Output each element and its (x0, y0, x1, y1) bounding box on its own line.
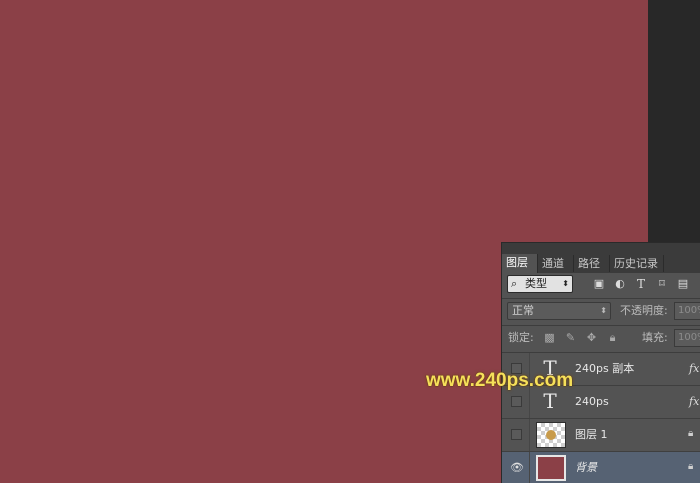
layer-thumbnail (536, 422, 566, 448)
adjustment-filter-icon[interactable]: ◐ (613, 277, 627, 291)
fill-label: 填充: (642, 331, 668, 344)
lock-icon: 🔒︎ (688, 461, 694, 472)
search-icon: ⌕ (511, 277, 518, 290)
image-filter-icon[interactable]: ▣ (592, 277, 606, 291)
tab-paths[interactable]: 路径 (574, 255, 610, 272)
opacity-label: 不透明度: (620, 304, 668, 317)
tab-history[interactable]: 历史记录 (610, 255, 664, 272)
tab-layers[interactable]: 图层 (502, 254, 538, 273)
divider (529, 419, 530, 451)
layer-name[interactable]: 图层 1 (575, 428, 608, 442)
layers-panel: 图层 通道 路径 历史记录 ⌕ 类型 ⬍ ▣ ◐ T ⌑ ▤ 正常 ⬍ 不透明度… (501, 242, 700, 483)
tab-channels[interactable]: 通道 (538, 255, 574, 272)
type-filter-icon[interactable]: T (634, 277, 648, 291)
blend-mode-value: 正常 (512, 304, 534, 317)
panel-tab-bar: 图层 通道 路径 历史记录 (502, 243, 700, 273)
fx-icon[interactable]: fx (689, 362, 699, 375)
blend-mode-select[interactable]: 正常 ⬍ (507, 302, 611, 320)
fill-input[interactable]: 100% (674, 329, 700, 347)
lock-icon: 🔒︎ (688, 428, 694, 439)
eye-icon[interactable]: 👁︎ (510, 462, 524, 473)
lock-all-icon[interactable]: 🔒︎ (606, 331, 619, 344)
lock-position-icon[interactable]: ✥ (585, 331, 598, 344)
blend-row: 正常 ⬍ 不透明度: 100% (502, 299, 700, 325)
visibility-toggle[interactable] (511, 429, 522, 440)
smart-object-filter-icon[interactable]: ▤ (676, 277, 690, 291)
layer-name[interactable]: 240ps 副本 (575, 362, 634, 376)
chevron-updown-icon: ⬍ (562, 279, 569, 288)
text-layer-icon: T (543, 389, 557, 413)
lock-brush-icon[interactable]: ✎ (564, 331, 577, 344)
opacity-input[interactable]: 100% (674, 302, 700, 320)
lock-transparent-icon[interactable]: ▩ (543, 331, 556, 344)
fx-icon[interactable]: fx (689, 395, 699, 408)
layer-name[interactable]: 240ps (575, 395, 609, 409)
chevron-updown-icon: ⬍ (600, 306, 607, 315)
filter-type-select[interactable]: ⌕ 类型 ⬍ (507, 275, 573, 293)
lock-label: 锁定: (508, 331, 534, 344)
watermark-text: www.240ps.com (426, 370, 574, 391)
divider (529, 452, 530, 483)
filter-type-label: 类型 (525, 277, 547, 290)
layer-filter-row: ⌕ 类型 ⬍ ▣ ◐ T ⌑ ▤ (502, 273, 700, 299)
layer-row-layer-1[interactable]: 图层 1 🔒︎ (502, 419, 700, 452)
layer-thumbnail (536, 455, 566, 481)
visibility-toggle[interactable] (511, 396, 522, 407)
layer-name[interactable]: 背景 (575, 461, 597, 475)
shape-filter-icon[interactable]: ⌑ (655, 277, 669, 291)
lock-row: 锁定: ▩ ✎ ✥ 🔒︎ 填充: 100% (502, 326, 700, 352)
layer-row-background[interactable]: 👁︎ 背景 🔒︎ (502, 452, 700, 483)
